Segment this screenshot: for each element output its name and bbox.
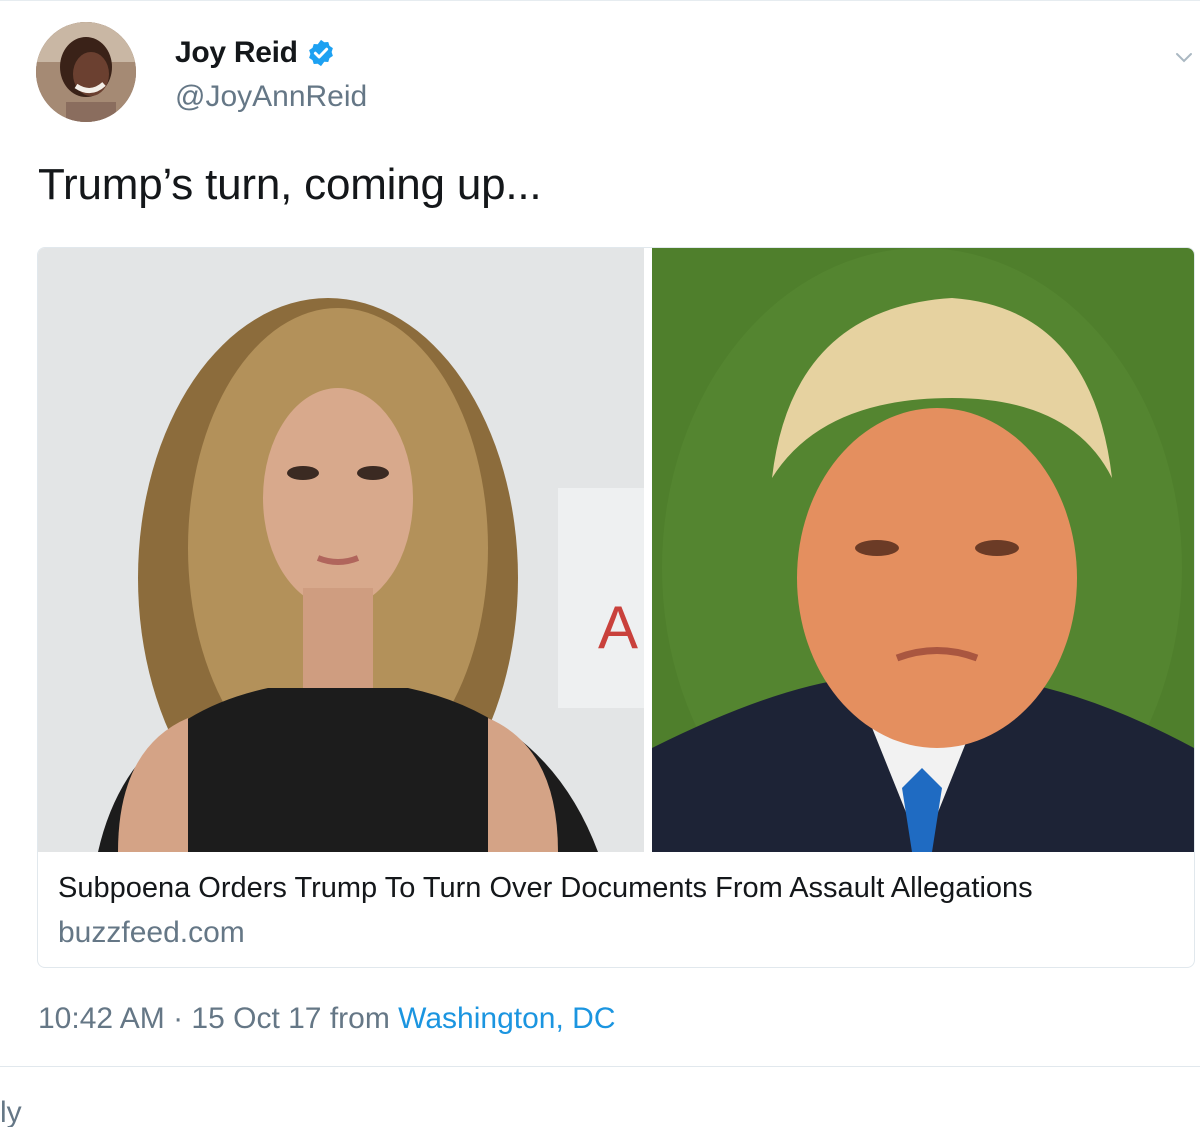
svg-text:A: A	[598, 594, 638, 661]
reply-label[interactable]: ly	[0, 1096, 22, 1127]
card-title[interactable]: Subpoena Orders Trump To Turn Over Docum…	[58, 872, 1033, 905]
card-images: A	[38, 248, 1194, 852]
timestamp[interactable]: 10:42 AM · 15 Oct 17 from	[38, 1002, 398, 1035]
chevron-down-icon[interactable]	[1172, 46, 1196, 70]
man-photo-icon	[652, 248, 1194, 852]
card-image-right	[652, 248, 1194, 852]
display-name[interactable]: Joy Reid	[175, 36, 336, 70]
divider	[0, 1066, 1200, 1067]
profile-photo-icon	[36, 22, 136, 122]
tweet-text: Trump’s turn, coming up...	[38, 160, 542, 209]
avatar[interactable]	[36, 22, 136, 122]
woman-photo-icon: A	[38, 248, 644, 852]
tweet-meta: 10:42 AM · 15 Oct 17 from Washington, DC	[38, 1002, 615, 1036]
location-link[interactable]: Washington, DC	[398, 1002, 615, 1035]
verified-badge-icon	[306, 38, 336, 68]
card-domain: buzzfeed.com	[58, 916, 245, 949]
top-border	[0, 0, 1200, 1]
card-image-left: A	[38, 248, 644, 852]
display-name-text: Joy Reid	[175, 36, 298, 69]
user-handle[interactable]: @JoyAnnReid	[175, 80, 367, 114]
link-card[interactable]: A Subpoena Orders Trump To Turn Over Doc…	[37, 247, 1195, 968]
